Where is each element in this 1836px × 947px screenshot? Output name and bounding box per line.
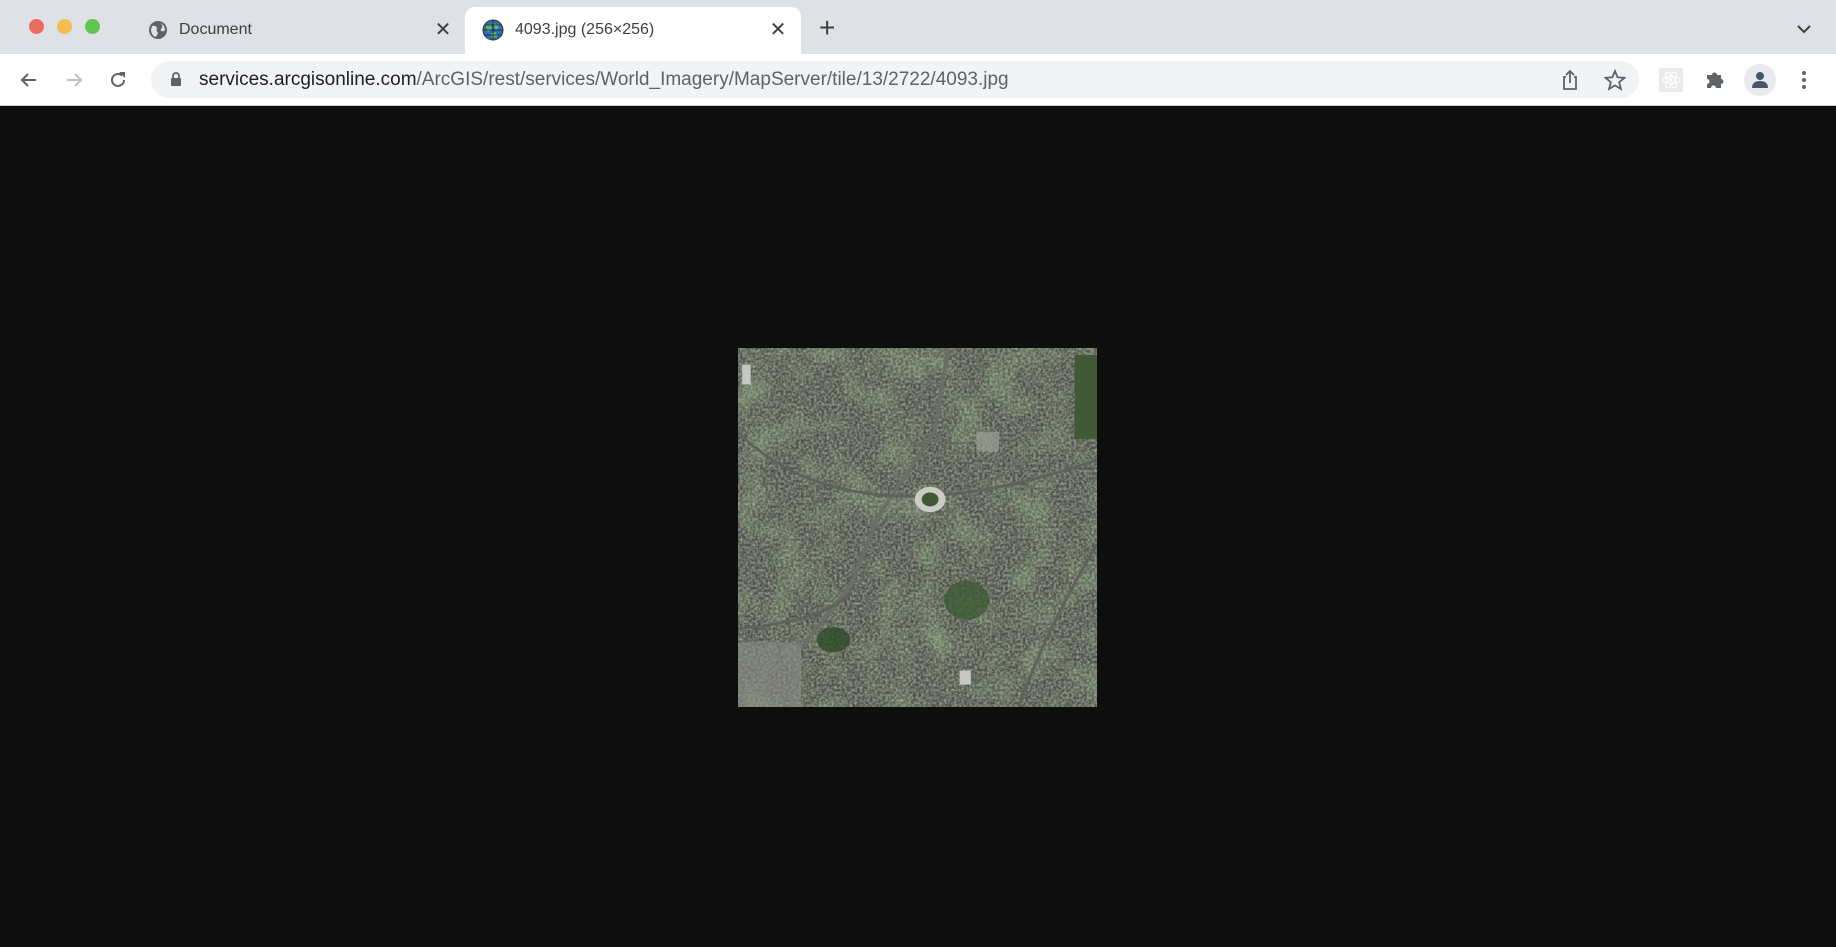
puzzle-icon — [1707, 72, 1724, 88]
reload-button[interactable] — [102, 64, 134, 96]
toolbar: services.arcgisonline.com/ArcGIS/rest/se… — [0, 54, 1836, 106]
window-maximize-button[interactable] — [85, 19, 100, 34]
reload-icon — [111, 72, 125, 87]
window-minimize-button[interactable] — [57, 19, 72, 34]
arcgis-globe-icon — [482, 19, 504, 41]
person-icon — [1752, 72, 1768, 88]
react-devtools-extension-button[interactable] — [1655, 64, 1687, 96]
tab-document[interactable]: Document ✕ — [140, 7, 460, 54]
arrow-left-icon — [20, 73, 36, 87]
address-bar[interactable]: services.arcgisonline.com/ArcGIS/rest/se… — [151, 61, 1639, 98]
window-close-button[interactable] — [29, 19, 44, 34]
url-host: services.arcgisonline.com — [199, 69, 417, 90]
extensions-button[interactable] — [1699, 64, 1731, 96]
tab-close-icon[interactable]: ✕ — [766, 17, 790, 42]
lock-icon[interactable] — [170, 72, 182, 87]
new-tab-button[interactable]: + — [819, 12, 835, 44]
tab-title: 4093.jpg (256×256) — [515, 21, 655, 38]
url-path: /ArcGIS/rest/services/World_Imagery/MapS… — [416, 69, 1009, 90]
tab-image[interactable]: 4093.jpg (256×256) ✕ — [465, 7, 801, 54]
more-vertical-icon — [1802, 71, 1806, 89]
react-icon — [1659, 68, 1683, 92]
profile-avatar-button[interactable] — [1744, 64, 1776, 96]
tab-close-icon[interactable]: ✕ — [431, 17, 455, 42]
forward-button[interactable] — [58, 64, 90, 96]
back-button[interactable] — [13, 64, 45, 96]
tab-title: Document — [179, 21, 252, 38]
star-icon[interactable] — [1604, 69, 1626, 91]
arrow-right-icon — [67, 73, 83, 87]
share-icon[interactable] — [1560, 69, 1580, 91]
url-text[interactable]: services.arcgisonline.com/ArcGIS/rest/se… — [199, 69, 1009, 91]
satellite-image-tile — [738, 348, 1097, 707]
chevron-down-icon[interactable] — [1796, 24, 1812, 34]
globe-icon — [149, 21, 167, 39]
tab-bar: Document ✕ 4093.jpg (256×256) ✕ + — [0, 0, 1836, 54]
menu-button[interactable] — [1788, 64, 1820, 96]
